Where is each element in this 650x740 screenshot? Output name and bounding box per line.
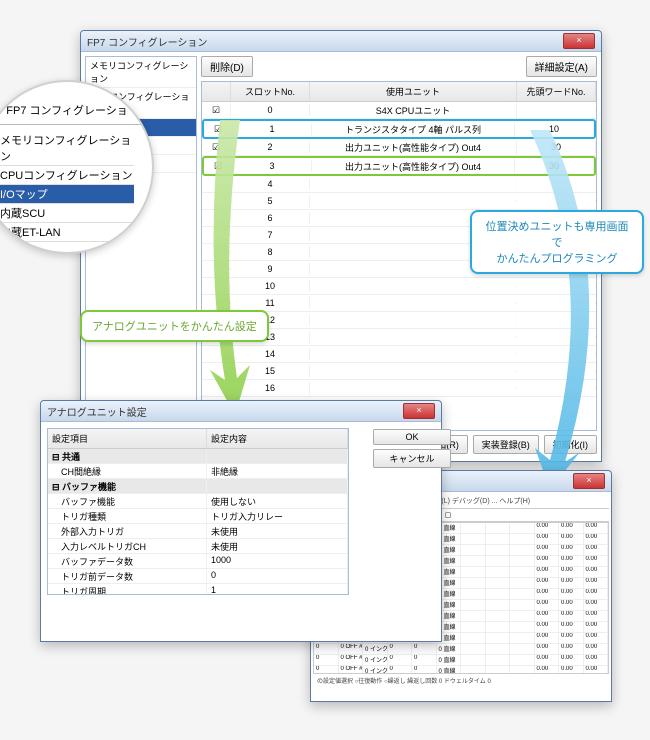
table-row[interactable]: 00 OFF #0 インクリメ000 直線0.000.000.00 xyxy=(314,644,608,655)
property-row[interactable]: CH間絶縁非絶縁 xyxy=(48,464,348,479)
table-row[interactable]: 14 xyxy=(202,346,596,363)
zoom-item: 内蔵SCU xyxy=(0,204,134,223)
close-icon[interactable]: × xyxy=(403,403,435,419)
grid-header: スロットNo. 使用ユニット 先頭ワードNo. xyxy=(202,82,596,102)
title: FP7 コンフィグレーション xyxy=(87,34,207,49)
titlebar: FP7 コンフィグレーション × xyxy=(81,31,601,52)
cancel-button[interactable]: キャンセル xyxy=(373,449,451,468)
detail-button[interactable]: 詳細設定(A) xyxy=(526,56,597,77)
title: アナログユニット設定 xyxy=(47,404,147,419)
zoom-item: メモリコンフィグレーション xyxy=(0,131,134,166)
init-button[interactable]: 初期化(I) xyxy=(544,435,598,454)
property-grid[interactable]: 設定項目 設定内容 ⊟ 共通 CH間絶縁非絶縁⊟ バッファ機能 バッファ機能使用… xyxy=(47,428,349,595)
property-row[interactable]: バッファデータ数1000 xyxy=(48,554,348,569)
table-row[interactable]: 4 xyxy=(202,176,596,193)
register-button[interactable]: 実装登録(B) xyxy=(473,435,539,454)
zoom-item: 内蔵ET-LAN xyxy=(0,223,134,242)
table-row[interactable]: 00 OFF #0 インクリメ000 直線0.000.000.00 xyxy=(314,655,608,666)
close-icon[interactable]: × xyxy=(563,33,595,49)
ok-button[interactable]: OK xyxy=(373,429,451,445)
table-row[interactable]: 00 OFF #0 インクリメ000 直線0.000.000.00 xyxy=(314,666,608,674)
table-row[interactable]: ☑1トランジスタタイプ 4軸 パルス列10 xyxy=(202,119,596,139)
table-row[interactable]: 5 xyxy=(202,193,596,210)
callout-analog: アナログユニットをかんたん設定 xyxy=(80,310,269,342)
table-row[interactable]: 10 xyxy=(202,278,596,295)
zoom-item: CPUコンフィグレーション xyxy=(0,166,134,185)
property-row[interactable]: トリガ種類トリガ入力リレー xyxy=(48,509,348,524)
table-row[interactable]: ☑0S4X CPUユニット xyxy=(202,102,596,119)
property-row[interactable]: トリガ前データ数0 xyxy=(48,569,348,584)
callout-positioning: 位置決めユニットも専用画面でかんたんプログラミング xyxy=(470,210,644,274)
titlebar: アナログユニット設定 × xyxy=(41,401,441,422)
property-row[interactable]: 入力レベルトリガCH未使用 xyxy=(48,539,348,554)
property-row[interactable]: 外部入力トリガ未使用 xyxy=(48,524,348,539)
zoom-item: I/Oマップ xyxy=(0,185,134,204)
property-row[interactable]: トリガ周期1 xyxy=(48,584,348,595)
status-line: の設定値選択 ○往復動作 ○繰返し 繰返し回数 0 ドウェルタイム 0 xyxy=(313,674,609,687)
delete-button[interactable]: 削除(D) xyxy=(201,56,253,77)
sidebar-item[interactable]: メモリコンフィグレーション xyxy=(86,57,196,88)
property-row[interactable]: バッファ機能使用しない xyxy=(48,494,348,509)
table-row[interactable]: ☑2出力ユニット(高性能タイプ) Out430 xyxy=(202,139,596,156)
table-row[interactable]: 16 xyxy=(202,380,596,397)
table-row[interactable]: ☑3出力ユニット(高性能タイプ) Out430 xyxy=(202,156,596,176)
analog-unit-window: アナログユニット設定 × OK キャンセル 設定項目 設定内容 ⊟ 共通 CH間… xyxy=(40,400,442,642)
table-row[interactable]: 15 xyxy=(202,363,596,380)
close-icon[interactable]: × xyxy=(573,473,605,489)
property-row[interactable]: ⊟ 共通 xyxy=(48,449,348,464)
property-row[interactable]: ⊟ バッファ機能 xyxy=(48,479,348,494)
zoom-title: FP7 コンフィグレーショ xyxy=(0,102,152,125)
